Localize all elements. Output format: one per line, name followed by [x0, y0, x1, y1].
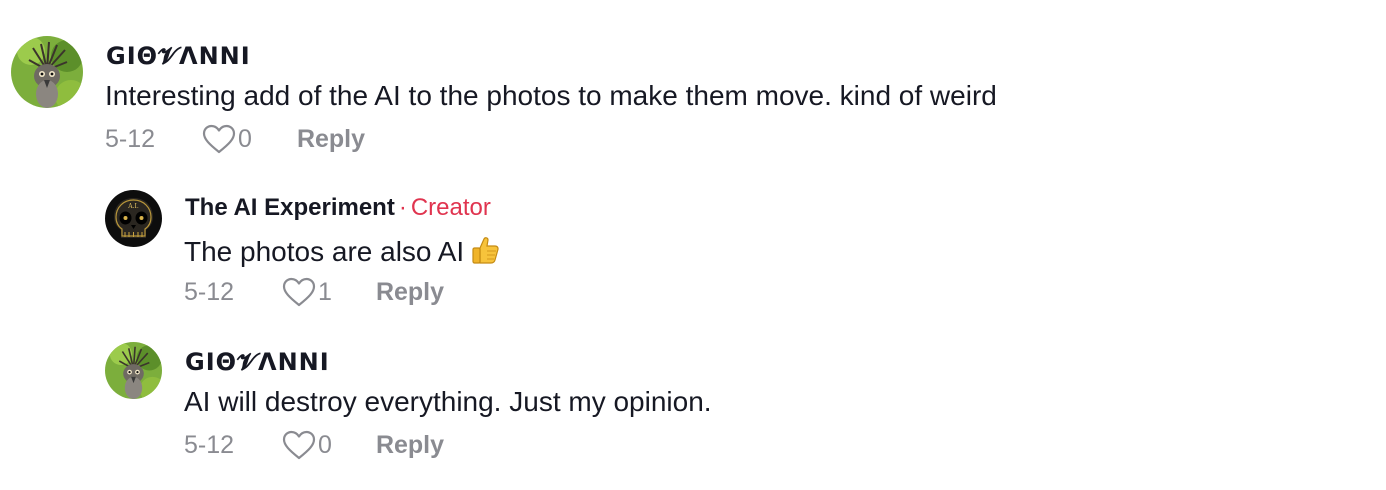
reply-button[interactable]: Reply [376, 432, 444, 458]
comment-date: 5-12 [184, 430, 235, 459]
comment-text: AI will destroy everything. Just my opin… [184, 386, 712, 417]
reply-item: GIΘ𝓥ΛΝΝΙ AI will destroy everything. Jus… [0, 0, 1386, 480]
comment-username[interactable]: GIΘ𝓥ΛΝΝΙ [185, 350, 330, 374]
avatar[interactable] [105, 342, 162, 399]
comment-meta: 5-12 0 Reply [184, 430, 444, 460]
bird-avatar-image [105, 342, 162, 399]
like-count: 0 [318, 430, 332, 459]
comments-thread: GIΘ𝓥ΛΝΝΙ Interesting add of the AI to th… [0, 0, 1386, 490]
like-button[interactable]: 0 [282, 430, 332, 460]
heart-icon [282, 430, 316, 460]
